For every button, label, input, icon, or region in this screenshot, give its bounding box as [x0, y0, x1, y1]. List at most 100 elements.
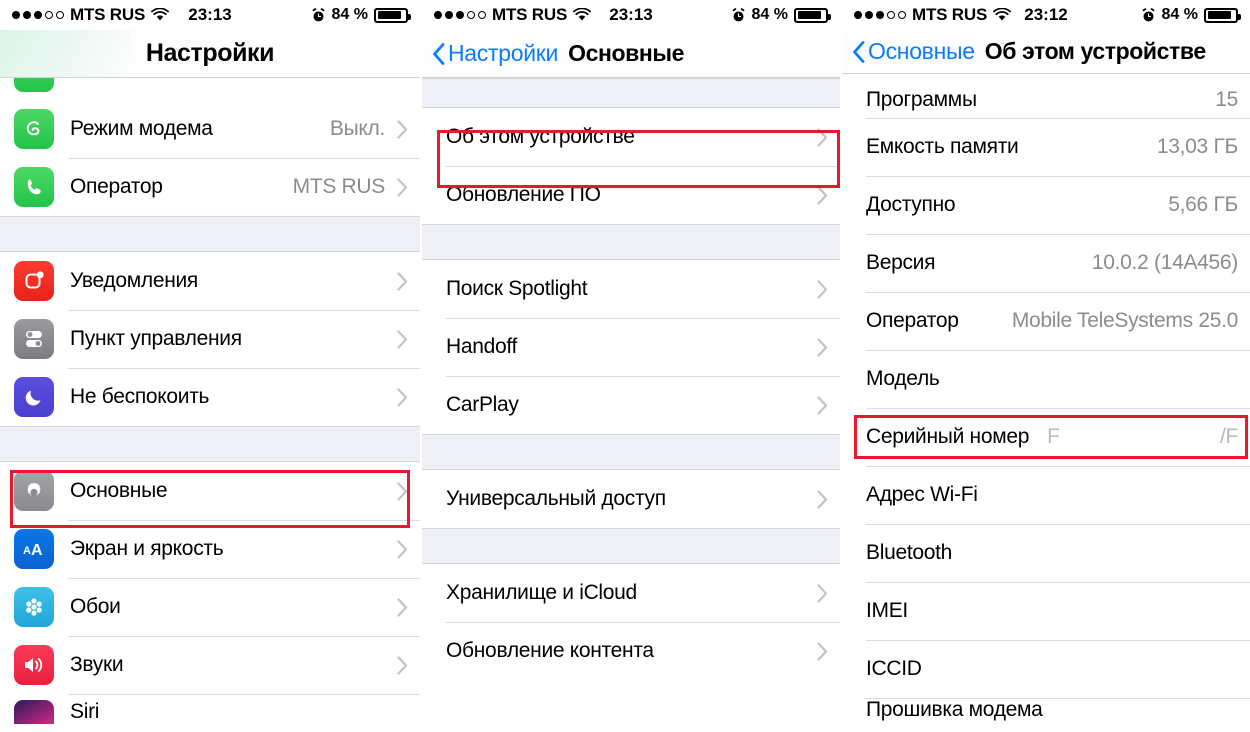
- section-gap: [0, 216, 420, 252]
- status-bar-left: MTS RUS: [12, 5, 170, 25]
- row-label: Оператор: [866, 309, 959, 332]
- row-value-redacted: [1232, 367, 1238, 391]
- settings-row-siri[interactable]: Siri: [0, 694, 420, 724]
- about-row-wifi-address: Адрес Wi-Fi: [842, 466, 1250, 524]
- chevron-right-icon: [817, 641, 828, 661]
- settings-row-general[interactable]: Основные: [0, 462, 420, 520]
- row-value: 13,03 ГБ: [1156, 135, 1238, 158]
- row-label: Уведомления: [70, 269, 199, 292]
- signal-strength-dots: [12, 11, 64, 19]
- row-label: Поиск Spotlight: [446, 277, 588, 300]
- about-list: Программы 15 Емкость памяти 13,03 ГБ Дос…: [842, 74, 1250, 724]
- back-button-label: Настройки: [448, 40, 559, 66]
- svg-text:A: A: [31, 542, 43, 559]
- status-bar-right: 84 %: [311, 6, 411, 24]
- settings-row-sounds[interactable]: Звуки: [0, 636, 420, 694]
- back-button-label: Основные: [868, 38, 975, 64]
- general-row-software-update[interactable]: Обновление ПО: [422, 166, 840, 224]
- row-label: Серийный номер: [866, 425, 1030, 448]
- row-label: Режим модема: [70, 117, 213, 140]
- battery-icon: [374, 7, 411, 23]
- phone-icon: [14, 167, 54, 207]
- battery-percent: 84 %: [751, 6, 788, 23]
- page-title: Основные: [568, 40, 684, 66]
- row-label: Об этом устройстве: [446, 125, 635, 148]
- chevron-right-icon: [817, 127, 828, 147]
- settings-row-wallpaper[interactable]: Обои: [0, 578, 420, 636]
- settings-row-hotspot[interactable]: Режим модема Выкл.: [0, 100, 420, 158]
- carrier-name: MTS RUS: [492, 5, 568, 24]
- row-label: Пункт управления: [70, 327, 242, 350]
- general-row-handoff[interactable]: Handoff: [422, 318, 840, 376]
- about-row-applications: Программы 15: [842, 74, 1250, 118]
- back-button-general[interactable]: Основные: [852, 38, 975, 65]
- row-label: Емкость памяти: [866, 135, 1019, 158]
- wallpaper-icon: [14, 587, 54, 627]
- row-label: Не беспокоить: [70, 385, 210, 408]
- settings-row-notifications[interactable]: Уведомления: [0, 252, 420, 310]
- settings-row-control-center[interactable]: Пункт управления: [0, 310, 420, 368]
- phone-screen-settings: MTS RUS 23:13 84 % Настройки Режим модем…: [0, 0, 420, 732]
- row-value: MTS RUS: [292, 175, 386, 198]
- general-row-spotlight-search[interactable]: Поиск Spotlight: [422, 260, 840, 318]
- about-row-capacity: Емкость памяти 13,03 ГБ: [842, 118, 1250, 176]
- general-row-accessibility[interactable]: Универсальный доступ: [422, 470, 840, 528]
- do-not-disturb-icon: [14, 377, 54, 417]
- chevron-right-icon: [817, 395, 828, 415]
- chevron-right-icon: [817, 185, 828, 205]
- about-row-iccid: ICCID: [842, 640, 1250, 698]
- status-bar-left: MTS RUS: [434, 5, 592, 25]
- status-bar-about: MTS RUS 23:12 84 %: [842, 0, 1250, 30]
- row-label: Доступно: [866, 193, 956, 216]
- about-row-serial-number: Серийный номер F /F: [842, 408, 1250, 466]
- chevron-right-icon: [397, 539, 408, 559]
- about-row-carrier: Оператор Mobile TeleSystems 25.0: [842, 292, 1250, 350]
- battery-percent: 84 %: [1161, 6, 1198, 23]
- back-button-settings[interactable]: Настройки: [432, 40, 558, 67]
- row-label: CarPlay: [446, 393, 519, 416]
- row-value: 15: [1215, 88, 1238, 111]
- nav-bar-about: Основные Об этом устройстве: [842, 30, 1250, 74]
- partial-row-above: [0, 78, 420, 100]
- general-row-carplay[interactable]: CarPlay: [422, 376, 840, 434]
- about-row-bluetooth: Bluetooth: [842, 524, 1250, 582]
- chevron-right-icon: [397, 597, 408, 617]
- row-value: Mobile TeleSystems 25.0: [1011, 309, 1238, 332]
- row-label: Хранилище и iCloud: [446, 581, 637, 604]
- section-gap: [422, 224, 840, 260]
- row-label: Звуки: [70, 653, 124, 676]
- about-row-modem-firmware: Прошивка модема: [842, 698, 1250, 724]
- alarm-clock-icon: [1141, 7, 1155, 21]
- chevron-right-icon: [817, 489, 828, 509]
- carrier-name: MTS RUS: [912, 5, 988, 24]
- status-bar-settings: MTS RUS 23:13 84 %: [0, 0, 420, 30]
- sounds-icon: [14, 645, 54, 685]
- row-value: 10.0.2 (14A456): [1091, 251, 1238, 274]
- chevron-right-icon: [817, 583, 828, 603]
- settings-row-carrier[interactable]: Оператор MTS RUS: [0, 158, 420, 216]
- row-label: IMEI: [866, 599, 908, 622]
- row-label: Основные: [70, 479, 168, 502]
- row-value: 5,66 ГБ: [1168, 193, 1238, 216]
- general-row-about-device[interactable]: Об этом устройстве: [422, 108, 840, 166]
- row-label: ICCID: [866, 657, 922, 680]
- wifi-icon: [151, 8, 170, 21]
- general-row-background-refresh[interactable]: Обновление контента: [422, 622, 840, 680]
- row-label: Оператор: [70, 175, 163, 198]
- battery-icon: [1204, 7, 1241, 23]
- wifi-icon: [573, 8, 592, 21]
- row-label: Модель: [866, 367, 940, 390]
- row-label: Экран и яркость: [70, 537, 224, 560]
- general-list: Об этом устройстве Обновление ПО Поиск S…: [422, 78, 840, 680]
- section-gap: [422, 434, 840, 470]
- display-brightness-icon: AA: [14, 529, 54, 569]
- general-row-storage-icloud[interactable]: Хранилище и iCloud: [422, 564, 840, 622]
- chevron-right-icon: [397, 271, 408, 291]
- section-gap: [422, 528, 840, 564]
- settings-row-do-not-disturb[interactable]: Не беспокоить: [0, 368, 420, 426]
- carrier-name: MTS RUS: [70, 5, 146, 24]
- page-title: Настройки: [145, 39, 275, 67]
- wifi-icon: [993, 8, 1012, 21]
- nav-bar-general: Настройки Основные: [422, 30, 840, 78]
- settings-row-display[interactable]: AA Экран и яркость: [0, 520, 420, 578]
